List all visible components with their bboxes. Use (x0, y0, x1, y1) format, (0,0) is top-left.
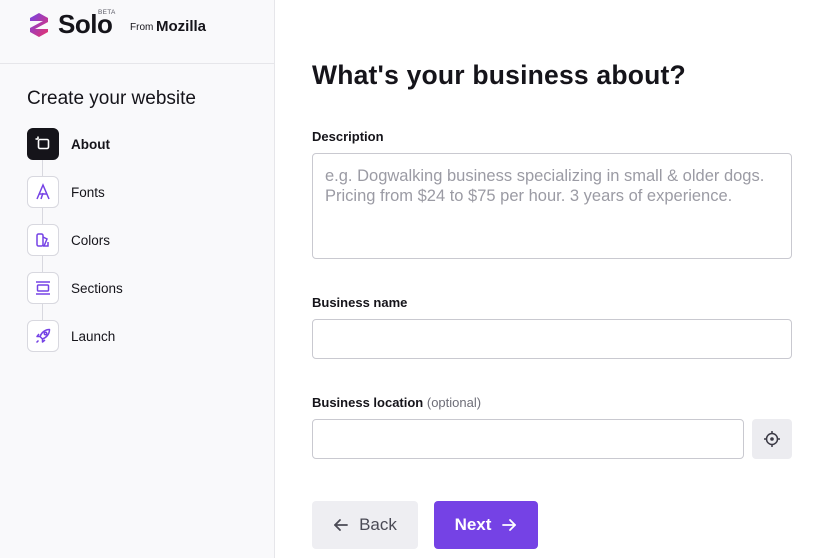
palette-icon (27, 224, 59, 256)
step-label: Fonts (71, 184, 105, 200)
sections-icon (27, 272, 59, 304)
from-label: From (130, 22, 154, 33)
crosshair-icon (764, 431, 780, 447)
description-label: Description (312, 129, 384, 144)
step-about[interactable]: About (27, 128, 110, 160)
arrow-right-icon (502, 519, 517, 531)
sidebar-title: Create your website (27, 88, 196, 109)
step-label: Launch (71, 328, 116, 344)
beta-badge: BETA (98, 9, 116, 16)
back-button[interactable]: Back (312, 501, 418, 549)
rocket-icon (27, 320, 59, 352)
description-field[interactable] (312, 153, 792, 259)
step-label: Sections (71, 280, 123, 296)
back-button-label: Back (359, 515, 397, 534)
main-content: What's your business about? Description … (312, 0, 792, 558)
crop-icon (27, 128, 59, 160)
mozilla-wordmark: Mozilla (156, 18, 207, 35)
business-name-field[interactable] (312, 319, 792, 359)
step-launch[interactable]: Launch (27, 320, 115, 352)
step-fonts[interactable]: Fonts (27, 176, 105, 208)
step-label: About (71, 136, 110, 152)
brand-header: Solo BETA From Mozilla (0, 0, 274, 64)
business-location-field[interactable] (312, 419, 744, 459)
next-button-label: Next (454, 515, 492, 534)
font-icon (27, 176, 59, 208)
step-colors[interactable]: Colors (27, 224, 110, 256)
page-title: What's your business about? (312, 60, 686, 90)
solo-logo-icon[interactable] (27, 11, 51, 39)
sidebar: Solo BETA From Mozilla Create your websi… (0, 0, 275, 558)
next-button[interactable]: Next (434, 501, 538, 549)
step-sections[interactable]: Sections (27, 272, 123, 304)
business-name-label: Business name (312, 295, 408, 310)
business-location-label: Business location (optional) (312, 395, 481, 410)
step-label: Colors (71, 232, 111, 248)
arrow-left-icon (334, 519, 348, 531)
business-location-label-text: Business location (312, 395, 424, 410)
locate-button[interactable] (752, 419, 792, 459)
optional-note: (optional) (426, 395, 482, 410)
